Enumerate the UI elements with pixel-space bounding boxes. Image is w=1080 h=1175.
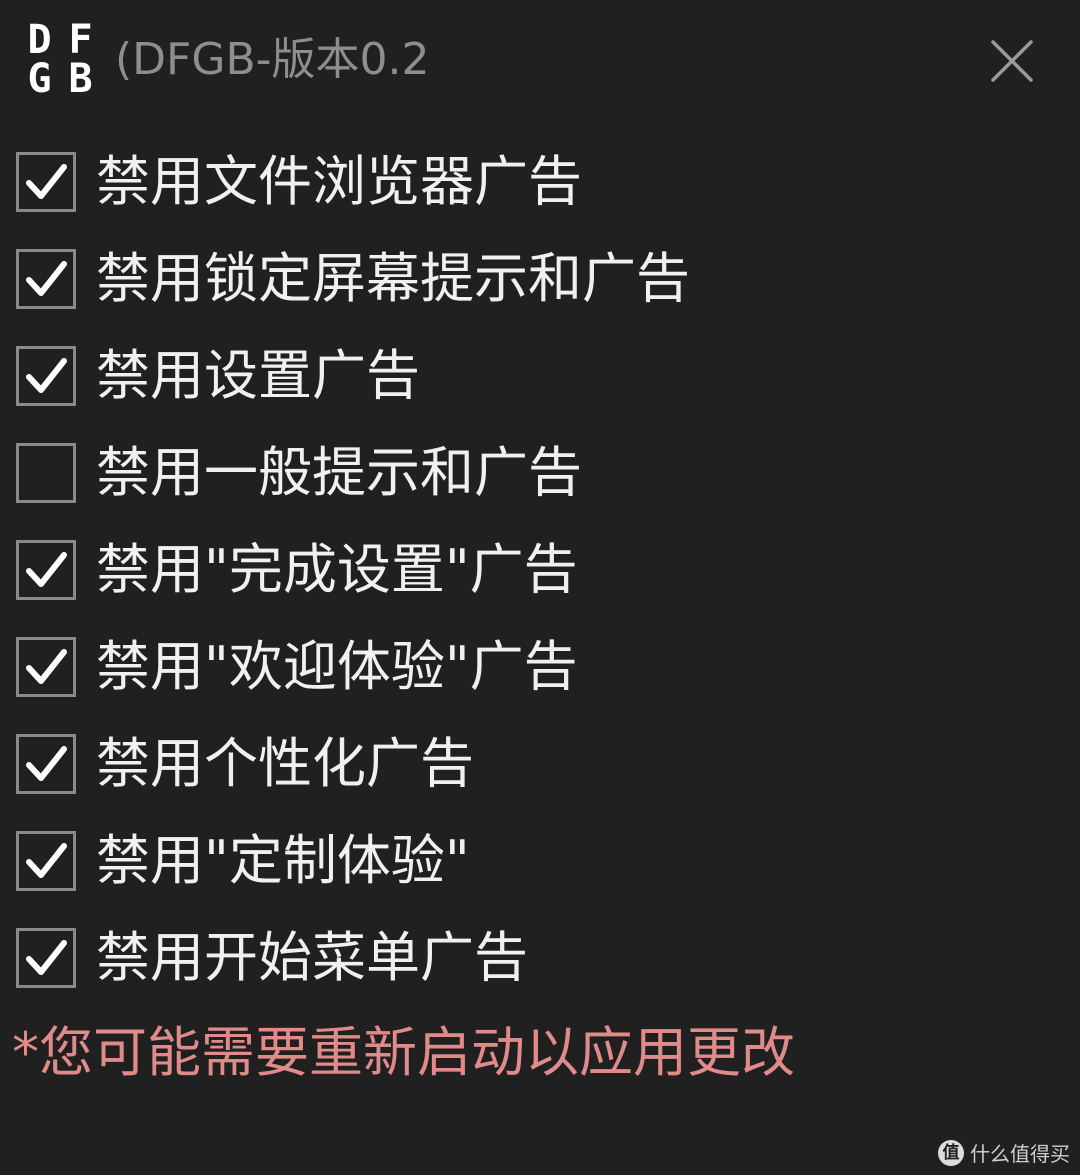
- option-label: 禁用"欢迎体验"广告: [96, 634, 578, 698]
- restart-notice: *您可能需要重新启动以应用更改: [12, 1021, 795, 1084]
- option-label: 禁用设置广告: [96, 343, 420, 407]
- watermark-badge: 值: [938, 1139, 964, 1166]
- option-checkbox[interactable]: [16, 442, 76, 503]
- option-label: 禁用"定制体验": [96, 828, 470, 892]
- logo-letter: B: [68, 56, 92, 102]
- close-button[interactable]: [985, 34, 1039, 88]
- option-checkbox[interactable]: [16, 733, 76, 794]
- checkmark-icon: [26, 842, 67, 878]
- option-label: 禁用锁定屏幕提示和广告: [96, 246, 690, 310]
- app-window: D F G B (DFGB-版本0.2 禁用文件浏览器广告禁用锁定屏幕提示和广告…: [0, 0, 1080, 1175]
- option-checkbox[interactable]: [16, 539, 76, 600]
- option-checkbox[interactable]: [16, 345, 76, 406]
- checkmark-icon: [26, 163, 67, 199]
- option-checkbox[interactable]: [16, 636, 76, 697]
- app-logo: D F G B: [20, 17, 98, 102]
- option-row[interactable]: 禁用"欢迎体验"广告: [16, 618, 1016, 715]
- close-icon: [991, 40, 1033, 82]
- options-list: 禁用文件浏览器广告禁用锁定屏幕提示和广告 禁用设置广告禁用一般提示和广告 禁用"完成…: [16, 133, 1016, 1006]
- checkmark-icon: [26, 357, 67, 393]
- option-checkbox[interactable]: [16, 151, 76, 212]
- checkmark-icon: [26, 939, 67, 975]
- option-row[interactable]: 禁用开始菜单广告: [16, 909, 1016, 1006]
- option-label: 禁用一般提示和广告: [96, 440, 582, 504]
- window-title: (DFGB-版本0.2: [115, 34, 430, 85]
- option-row[interactable]: 禁用"完成设置"广告: [16, 521, 1016, 618]
- logo-letter: G: [27, 56, 51, 102]
- checkmark-icon: [26, 260, 67, 296]
- option-row[interactable]: 禁用个性化广告: [16, 715, 1016, 812]
- option-label: 禁用"完成设置"广告: [96, 537, 578, 601]
- checkmark-icon: [26, 648, 67, 684]
- option-row[interactable]: 禁用"定制体验": [16, 812, 1016, 909]
- logo-letter: F: [68, 17, 92, 63]
- option-row[interactable]: 禁用一般提示和广告: [16, 424, 1016, 521]
- option-row[interactable]: 禁用设置广告: [16, 327, 1016, 424]
- option-checkbox[interactable]: [16, 927, 76, 988]
- watermark-text: 什么值得买: [970, 1142, 1070, 1166]
- option-row[interactable]: 禁用文件浏览器广告: [16, 133, 1016, 230]
- option-label: 禁用个性化广告: [96, 731, 474, 795]
- option-row[interactable]: 禁用锁定屏幕提示和广告: [16, 230, 1016, 327]
- option-checkbox[interactable]: [16, 830, 76, 891]
- option-checkbox[interactable]: [16, 248, 76, 309]
- checkmark-icon: [26, 551, 67, 587]
- checkmark-icon: [26, 745, 67, 781]
- option-label: 禁用文件浏览器广告: [96, 149, 582, 213]
- watermark: 值 什么值得买: [938, 1138, 1070, 1167]
- logo-letter: D: [27, 17, 51, 63]
- option-label: 禁用开始菜单广告: [96, 925, 528, 989]
